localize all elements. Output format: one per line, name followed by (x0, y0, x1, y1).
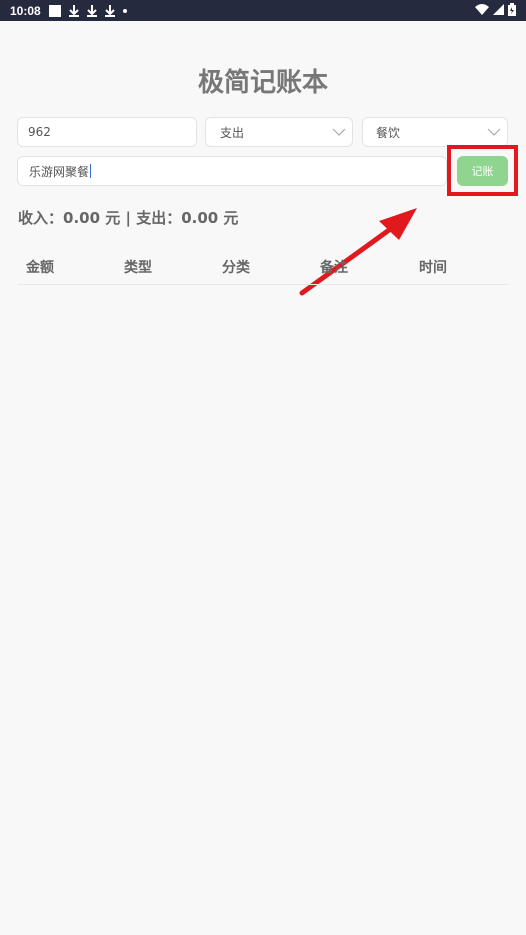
highlight-box: 记账 (447, 145, 518, 196)
submit-button[interactable]: 记账 (457, 156, 508, 186)
summary-line: 收入：0.00 元 | 支出：0.00 元 (18, 207, 238, 228)
download-icon (86, 4, 97, 17)
text-cursor (90, 164, 92, 178)
status-time: 10:08 (10, 3, 41, 18)
battery-icon (508, 2, 516, 19)
category-select[interactable]: 餐饮 (362, 117, 508, 147)
chevron-down-icon (487, 126, 501, 140)
signal-icon (493, 3, 504, 18)
note-input[interactable]: 乐游网聚餐 (17, 156, 447, 186)
dot-icon (122, 8, 127, 13)
category-select-value: 餐饮 (376, 125, 401, 140)
status-bar: 10:08 (0, 0, 526, 21)
expense-label: 支出： (136, 209, 182, 227)
page-title: 极简记账本 (197, 68, 328, 98)
column-header-time: 时间 (419, 260, 447, 276)
income-label: 收入： (18, 209, 64, 227)
expense-value: 0.00 元 (181, 209, 239, 227)
amount-input[interactable]: 962 (17, 117, 197, 147)
download-icon (104, 4, 115, 17)
summary-separator: | (120, 209, 137, 227)
note-input-value: 乐游网聚餐 (29, 164, 90, 179)
notification-square-icon (48, 4, 61, 17)
amount-input-value: 962 (28, 125, 51, 139)
download-icon (68, 4, 79, 17)
column-header-amount: 金额 (26, 260, 54, 276)
column-header-note: 备注 (320, 260, 348, 276)
income-value: 0.00 元 (63, 209, 121, 227)
column-header-type: 类型 (124, 260, 152, 276)
wifi-icon (475, 3, 489, 18)
type-select-value: 支出 (220, 125, 245, 140)
chevron-down-icon (332, 126, 346, 140)
table-header: 金额 类型 分类 备注 时间 (18, 257, 508, 285)
column-header-category: 分类 (222, 260, 250, 276)
type-select[interactable]: 支出 (205, 117, 353, 147)
